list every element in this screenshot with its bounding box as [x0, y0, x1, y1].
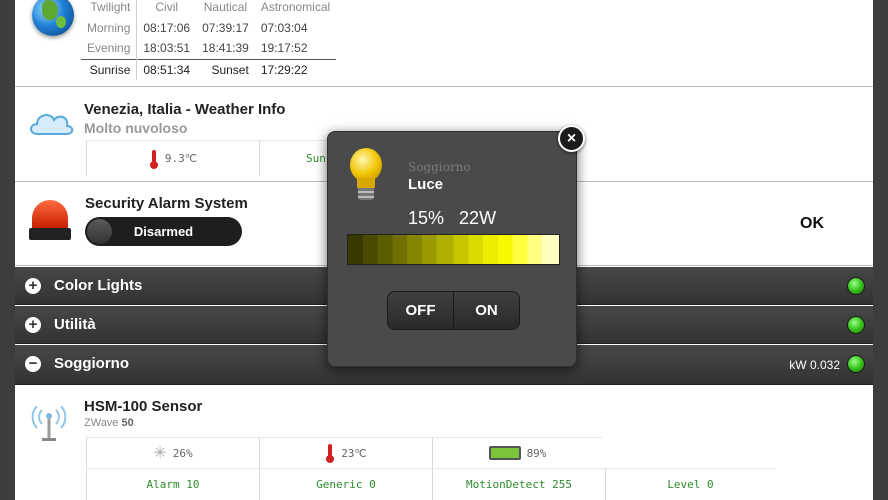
thermometer-icon	[149, 149, 159, 169]
sun-icon: ✳	[153, 445, 167, 462]
dimmer-slider[interactable]	[347, 234, 560, 265]
group-label: Utilità	[54, 316, 96, 333]
sensor-type: ZWave	[84, 417, 119, 429]
stat-cell: Level 0	[605, 468, 775, 500]
battery-cell: 89%	[432, 437, 602, 468]
popup-room: Soggiorno	[408, 160, 471, 174]
weather-sun-cell: Sun	[259, 140, 329, 176]
siren-icon	[32, 200, 68, 230]
sunset-time: 17:29:22	[254, 58, 337, 80]
status-led-icon	[847, 355, 865, 373]
power-button-group: OFF ON	[387, 291, 520, 330]
thermometer-icon	[325, 444, 335, 463]
on-button[interactable]: ON	[453, 292, 519, 329]
popup-readout: 15% 22W	[408, 208, 496, 229]
nautical-header: Nautical	[203, 0, 248, 14]
group-power: kW 0.032	[789, 358, 840, 372]
evening-astronomical: 19:17:52	[260, 41, 308, 56]
morning-civil: 08:17:06	[143, 20, 191, 35]
stat-cell: Generic 0	[259, 468, 432, 500]
sensor-id: 50	[121, 417, 134, 429]
evening-nautical: 18:41:39	[202, 41, 249, 56]
weather-title: Venezia, Italia - Weather Info	[84, 101, 286, 118]
alarm-toggle[interactable]: Disarmed	[85, 217, 242, 246]
alarm-status: OK	[800, 215, 824, 232]
astronomical-header: Astronomical	[260, 0, 331, 14]
sun-info-card: Twilight Civil Nautical Astronomical Mor…	[15, 0, 873, 87]
sunrise-label: Sunrise	[81, 58, 138, 80]
sensor-luminance: 26%	[172, 446, 193, 460]
sensor-subtitle: ZWave 50	[84, 417, 134, 429]
weather-condition: Molto nuvoloso	[84, 120, 188, 136]
stat-level: Level 0	[667, 478, 714, 491]
sensor-title: HSM-100 Sensor	[84, 398, 203, 415]
alarm-state: Disarmed	[133, 224, 194, 239]
temperature-cell: 23℃	[259, 437, 432, 468]
weather-temp-cell: 9.3℃	[86, 140, 259, 176]
sensor-temperature: 23℃	[341, 446, 367, 460]
popup-device: Luce	[408, 176, 444, 193]
morning-astronomical: 07:03:04	[260, 20, 308, 35]
luminance-cell: ✳ 26%	[86, 437, 259, 468]
alarm-title: Security Alarm System	[85, 195, 248, 212]
morning-nautical: 07:39:17	[202, 20, 249, 35]
light-control-popup: Soggiorno Luce 15% 22W OFF ON	[327, 131, 577, 367]
civil-header: Civil	[155, 0, 179, 14]
off-button[interactable]: OFF	[388, 292, 453, 329]
lightbulb-icon	[348, 148, 384, 202]
group-label: Soggiorno	[54, 355, 129, 372]
toggle-knob[interactable]	[87, 219, 112, 244]
cloud-icon	[30, 114, 74, 135]
status-led-icon	[847, 277, 865, 295]
collapse-icon[interactable]: −	[25, 356, 41, 372]
battery-icon	[488, 446, 521, 460]
antenna-icon	[31, 405, 67, 441]
stat-motion: MotionDetect 255	[466, 478, 572, 491]
twilight-table: Twilight Civil Nautical Astronomical Mor…	[81, 0, 337, 80]
status-led-icon	[847, 316, 865, 334]
sensor-battery: 89%	[526, 446, 547, 460]
siren-base	[29, 228, 71, 240]
expand-icon[interactable]: +	[25, 278, 41, 294]
weather-sun-label: Sun	[306, 152, 326, 165]
stat-generic: Generic 0	[316, 478, 376, 491]
globe-icon	[32, 0, 74, 36]
sunrise-time: 08:51:34	[136, 58, 197, 80]
stat-cell: Alarm 10	[86, 468, 259, 500]
weather-temperature: 9.3℃	[164, 152, 198, 165]
evening-civil: 18:03:51	[143, 41, 191, 56]
twilight-header: Twilight	[81, 0, 138, 17]
stat-alarm: Alarm 10	[146, 478, 200, 491]
evening-label: Evening	[81, 38, 138, 59]
group-label: Color Lights	[54, 277, 143, 294]
popup-power: 22W	[459, 208, 497, 228]
stat-cell: MotionDetect 255	[432, 468, 605, 500]
close-icon[interactable]: ×	[558, 125, 585, 152]
morning-label: Morning	[81, 17, 138, 38]
expand-icon[interactable]: +	[25, 317, 41, 333]
sunset-label: Sunset	[196, 58, 255, 80]
popup-level: 15%	[408, 208, 445, 228]
